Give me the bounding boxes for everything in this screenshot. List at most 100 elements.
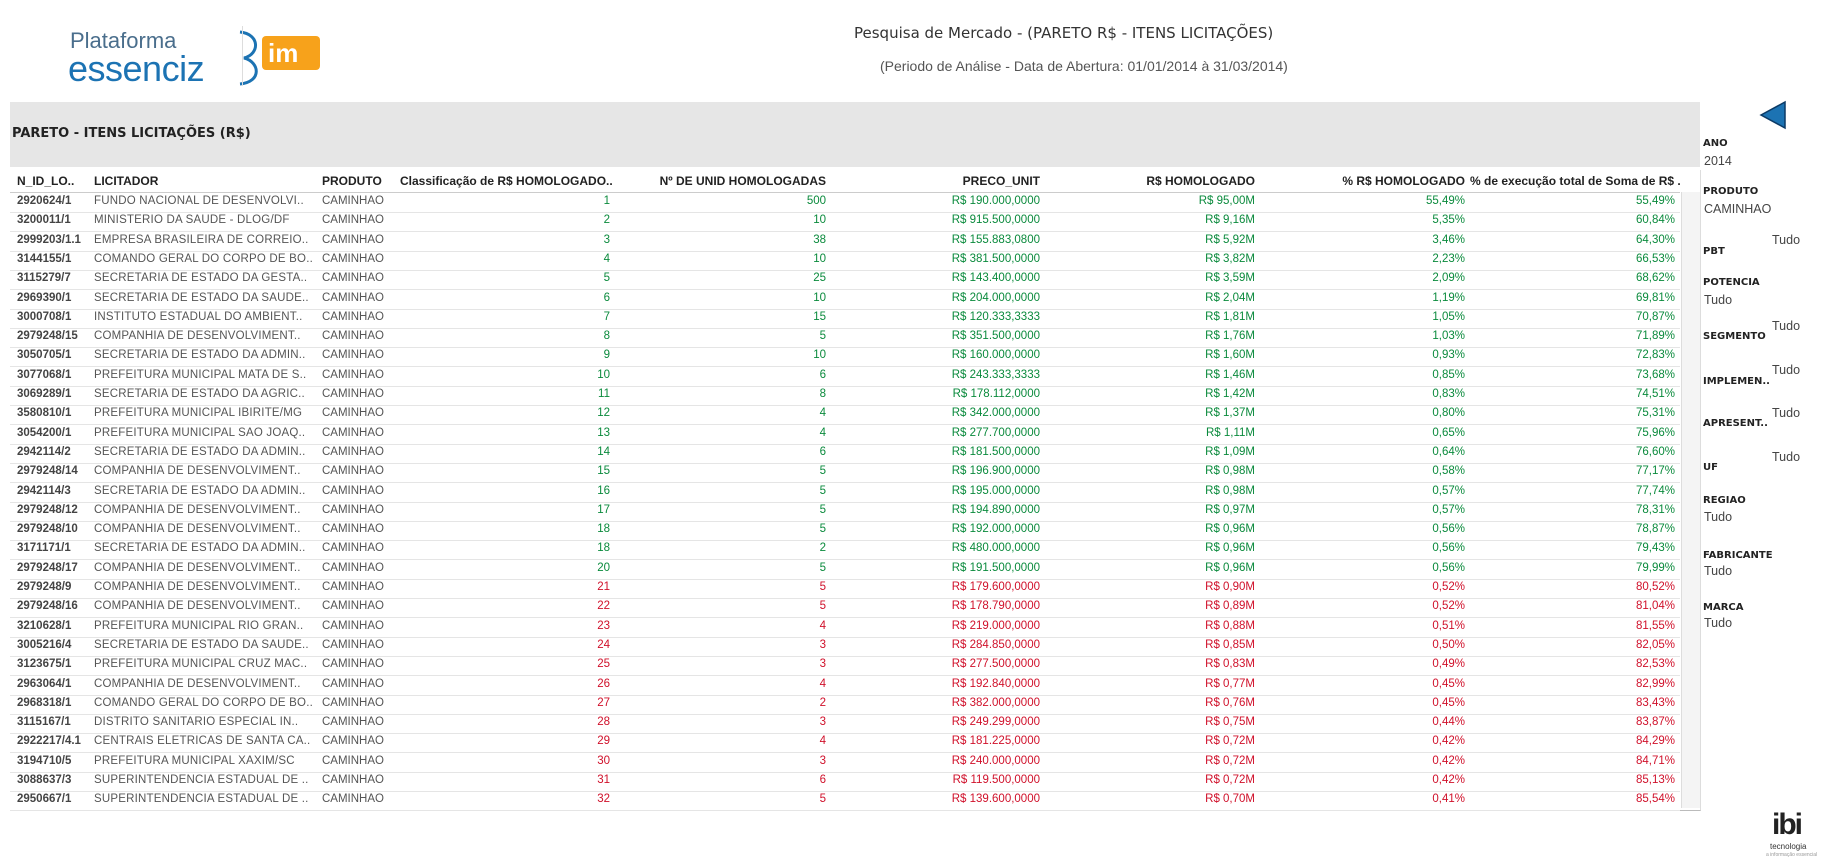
table-row[interactable]: 3054200/1 PREFEITURA MUNICIPAL SAO JOAQ..…: [10, 425, 1680, 445]
table-row[interactable]: 2950667/1 SUPERINTENDENCIA ESTADUAL DE ..…: [10, 791, 1680, 812]
table-row[interactable]: 2942114/2 SECRETARIA DE ESTADO DA ADMIN..…: [10, 444, 1680, 464]
table-row[interactable]: 2922217/4.1 CENTRAIS ELETRICAS DE SANTA C…: [10, 733, 1680, 754]
cell-cls: 23: [597, 619, 610, 632]
cell-prod: CAMINHAO: [322, 754, 384, 767]
table-row[interactable]: 3088637/3 SUPERINTENDENCIA ESTADUAL DE ..…: [10, 772, 1680, 792]
cell-lic: COMPANHIA DE DESENVOLVIMENT..: [94, 465, 301, 478]
table-row[interactable]: 2979248/10 COMPANHIA DE DESENVOLVIMENT.. C…: [10, 521, 1680, 542]
cell-pct: 0,42%: [1432, 754, 1465, 767]
cell-uni: 10: [813, 252, 826, 265]
cell-exe: 78,87%: [1635, 523, 1675, 536]
cell-exe: 55,49%: [1635, 195, 1675, 207]
cell-prod: CAMINHAO: [322, 465, 384, 478]
logo-divider: [242, 26, 243, 86]
table-row[interactable]: 3200011/1 MINISTERIO DA SAUDE - DLOG/DF CA…: [10, 212, 1680, 233]
cell-lic: COMPANHIA DE DESENVOLVIMENT..: [94, 581, 301, 593]
table-row[interactable]: 3000708/1 INSTITUTO ESTADUAL DO AMBIENT..…: [10, 309, 1680, 329]
filter-potencia-label: POTENCIA: [1703, 277, 1760, 288]
cell-prod: CAMINHAO: [322, 658, 384, 671]
table-row[interactable]: 3069289/1 SECRETARIA DE ESTADO DA AGRIC..…: [10, 386, 1680, 406]
filter-potencia-value[interactable]: Tudo: [1704, 293, 1732, 307]
cell-pre: R$ 160.000,0000: [951, 349, 1040, 362]
table-row[interactable]: 2979248/14 COMPANHIA DE DESENVOLVIMENT.. C…: [10, 463, 1680, 484]
cell-rs: R$ 0,72M: [1205, 754, 1255, 767]
table-row[interactable]: 2979248/9 COMPANHIA DE DESENVOLVIMENT.. CA…: [10, 579, 1680, 599]
cell-rs: R$ 9,16M: [1205, 214, 1255, 227]
table-row[interactable]: 2942114/3 SECRETARIA DE ESTADO DA ADMIN..…: [10, 483, 1680, 503]
section-title: PARETO - ITENS LICITAÇÕES (R$): [12, 126, 251, 141]
cell-cls: 14: [597, 445, 610, 458]
cell-cls: 7: [603, 310, 610, 323]
col-header-produto[interactable]: PRODUTO: [322, 174, 382, 188]
table-row[interactable]: 3115279/7 SECRETARIA DE ESTADO DA GESTA..…: [10, 270, 1680, 291]
filter-marca-value[interactable]: Tudo: [1704, 616, 1732, 630]
cell-exe: 60,84%: [1635, 214, 1675, 227]
table-row[interactable]: 2979248/17 COMPANHIA DE DESENVOLVIMENT.. C…: [10, 560, 1680, 580]
col-header-exec[interactable]: % de execução total de Soma de R$ ..: [1470, 174, 1680, 188]
cell-rs: R$ 0,72M: [1205, 735, 1255, 748]
cell-exe: 79,99%: [1635, 561, 1675, 574]
filter-regiao-value[interactable]: Tudo: [1704, 510, 1732, 524]
cell-lic: PREFEITURA MUNICIPAL MATA DE S..: [94, 368, 307, 381]
table-row[interactable]: 2963064/1 COMPANHIA DE DESENVOLVIMENT.. CA…: [10, 676, 1680, 696]
col-header-rs[interactable]: R$ HOMOLOGADO: [1050, 174, 1255, 188]
cell-id: 2920624/1: [17, 195, 72, 207]
filter-ano-value[interactable]: 2014: [1704, 154, 1732, 168]
table-scrollbar[interactable]: [1681, 192, 1700, 808]
back-arrow-icon[interactable]: [1759, 100, 1787, 130]
filter-produto-value[interactable]: CAMINHAO: [1704, 202, 1771, 216]
table-row[interactable]: 3005216/4 SECRETARIA DE ESTADO DA SAUDE..…: [10, 637, 1680, 657]
cell-uni: 6: [819, 445, 826, 458]
cell-cls: 4: [603, 252, 610, 265]
cell-prod: CAMINHAO: [322, 735, 384, 748]
table-row[interactable]: 2979248/16 COMPANHIA DE DESENVOLVIMENT.. C…: [10, 598, 1680, 619]
cell-pct: 0,56%: [1432, 542, 1465, 555]
col-header-preco[interactable]: PRECO_UNIT: [830, 174, 1040, 188]
col-header-id[interactable]: N_ID_LO..: [17, 174, 74, 188]
col-header-licitador[interactable]: LICITADOR: [94, 174, 158, 188]
cell-rs: R$ 0,70M: [1205, 793, 1255, 806]
cell-pre: R$ 119.500,0000: [952, 774, 1040, 786]
cell-id: 3194710/5: [17, 754, 72, 767]
cell-pct: 55,49%: [1425, 195, 1465, 207]
table-row[interactable]: 3210628/1 PREFEITURA MUNICIPAL RIO GRAN..…: [10, 618, 1680, 638]
cell-exe: 80,52%: [1635, 581, 1675, 593]
table-row[interactable]: 2968318/1 COMANDO GERAL DO CORPO DE BO.. C…: [10, 695, 1680, 715]
cell-uni: 6: [819, 774, 826, 786]
cell-uni: 10: [813, 214, 826, 227]
table-row[interactable]: 3144155/1 COMANDO GERAL DO CORPO DE BO.. C…: [10, 251, 1680, 271]
table-row[interactable]: 3171171/1 SECRETARIA DE ESTADO DA ADMIN..…: [10, 540, 1680, 561]
cell-uni: 3: [819, 716, 826, 729]
table-row[interactable]: 3123675/1 PREFEITURA MUNICIPAL CRUZ MAC..…: [10, 656, 1680, 677]
table-row[interactable]: 3077068/1 PREFEITURA MUNICIPAL MATA DE S.…: [10, 367, 1680, 387]
cell-exe: 75,31%: [1635, 407, 1675, 420]
table-row[interactable]: 2969390/1 SECRETARIA DE ESTADO DA SAUDE..…: [10, 290, 1680, 310]
cell-exe: 64,30%: [1635, 233, 1675, 246]
cell-pct: 0,65%: [1432, 426, 1465, 439]
table-row[interactable]: 3194710/5 PREFEITURA MUNICIPAL XAXIM/SC CA…: [10, 753, 1680, 773]
ibi-logo-tagline: a informação essencial: [1766, 852, 1818, 858]
table-row[interactable]: 2999203/1.1 EMPRESA BRASILEIRA DE CORREIO…: [10, 232, 1680, 252]
cell-exe: 71,89%: [1635, 330, 1675, 343]
cell-cls: 32: [597, 793, 610, 806]
filter-implem-value[interactable]: Tudo: [1772, 363, 1800, 377]
filter-fabricante-value[interactable]: Tudo: [1704, 564, 1732, 578]
cell-pct: 1,05%: [1432, 310, 1465, 323]
cell-id: 2979248/9: [17, 581, 72, 593]
table-row[interactable]: 2979248/12 COMPANHIA DE DESENVOLVIMENT.. C…: [10, 502, 1680, 522]
table-row[interactable]: 3580810/1 PREFEITURA MUNICIPAL IBIRITE/MG…: [10, 405, 1680, 426]
table-row[interactable]: 3050705/1 SECRETARIA DE ESTADO DA ADMIN..…: [10, 347, 1680, 368]
filter-uf-value[interactable]: Tudo: [1772, 450, 1800, 464]
table-row[interactable]: 2979248/15 COMPANHIA DE DESENVOLVIMENT.. C…: [10, 328, 1680, 349]
table-row[interactable]: 2920624/1 FUNDO NACIONAL DE DESENVOLVI.. C…: [10, 193, 1680, 213]
col-header-unid[interactable]: Nº DE UNID HOMOLOGADAS: [620, 174, 826, 188]
cell-prod: CAMINHAO: [322, 600, 384, 613]
filter-apresent-value[interactable]: Tudo: [1772, 406, 1800, 420]
im-logo: im: [262, 36, 320, 70]
filter-pbt-value[interactable]: Tudo: [1772, 233, 1800, 247]
table-row[interactable]: 3115167/1 DISTRITO SANITARIO ESPECIAL IN.…: [10, 714, 1680, 735]
filter-segmento-value[interactable]: Tudo: [1772, 319, 1800, 333]
col-header-pct[interactable]: % R$ HOMOLOGADO: [1265, 174, 1465, 188]
col-header-classificacao[interactable]: Classificação de R$ HOMOLOGADO..: [400, 174, 612, 188]
cell-pre: R$ 240.000,0000: [951, 754, 1040, 767]
